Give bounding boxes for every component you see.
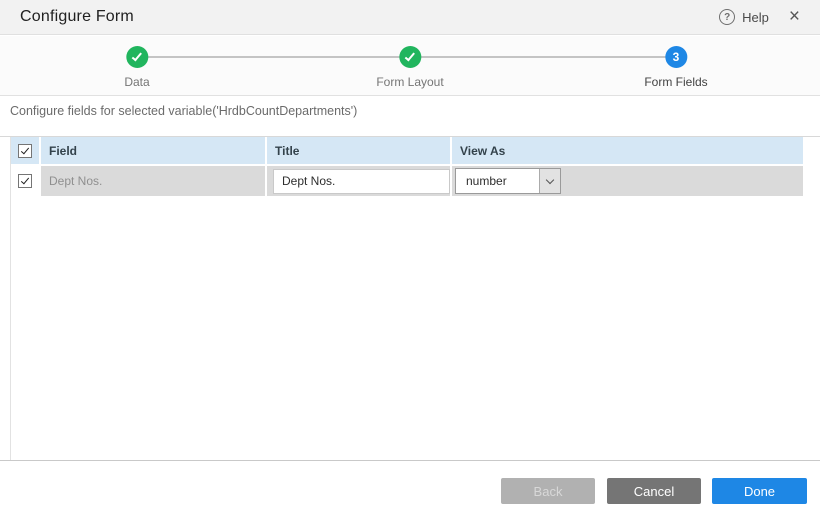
table-row: Dept Nos. number: [11, 166, 803, 196]
title-input[interactable]: [273, 169, 450, 194]
configure-form-dialog: Configure Form ? Help × Data Form Layout: [0, 0, 820, 518]
row-checkbox-cell: [11, 166, 41, 196]
field-name-cell: Dept Nos.: [41, 166, 267, 196]
fields-table: Field Title View As Dept Nos. number: [10, 137, 803, 460]
step-number: 3: [673, 50, 680, 64]
select-all-checkbox[interactable]: [18, 144, 32, 158]
help-icon: ?: [719, 9, 735, 25]
checkbox-check-icon: [21, 145, 29, 154]
help-icon-glyph: ?: [724, 12, 730, 23]
step-label-form-layout: Form Layout: [376, 75, 443, 89]
titlebar-actions: ? Help ×: [719, 9, 800, 25]
table-header-row: Field Title View As: [11, 137, 803, 164]
view-as-select[interactable]: number: [455, 168, 561, 194]
row-checkbox[interactable]: [18, 174, 32, 188]
close-icon[interactable]: ×: [783, 9, 800, 25]
step-complete-check-icon: [126, 46, 148, 68]
dialog-title: Configure Form: [20, 8, 134, 26]
select-selected-value: number: [456, 169, 539, 193]
wizard-stepper: Data Form Layout 3 Form Fields: [0, 36, 820, 96]
column-header-field: Field: [41, 137, 267, 164]
step-data[interactable]: Data: [124, 46, 149, 89]
column-header-title: Title: [267, 137, 452, 164]
header-checkbox-cell: [11, 137, 41, 164]
titlebar: Configure Form ? Help ×: [0, 0, 820, 35]
column-header-view-as: View As: [452, 137, 803, 164]
chevron-down-icon: [539, 169, 560, 193]
step-form-layout[interactable]: Form Layout: [376, 46, 443, 89]
check-icon: [132, 51, 142, 62]
back-button[interactable]: Back: [501, 478, 595, 504]
instruction-text: Configure fields for selected variable('…: [10, 104, 357, 118]
check-icon: [405, 51, 415, 62]
help-button[interactable]: ? Help: [719, 9, 769, 25]
table-container: Field Title View As Dept Nos. number: [0, 136, 820, 461]
cancel-button[interactable]: Cancel: [607, 478, 701, 504]
step-number-badge: 3: [665, 46, 687, 68]
step-label-form-fields: Form Fields: [644, 75, 707, 89]
step-label-data: Data: [124, 75, 149, 89]
done-button[interactable]: Done: [712, 478, 807, 504]
title-cell: [267, 166, 452, 196]
chevron-glyph: [546, 175, 554, 183]
step-complete-check-icon: [399, 46, 421, 68]
checkbox-check-icon: [21, 176, 29, 185]
step-form-fields[interactable]: 3 Form Fields: [644, 46, 707, 89]
help-label: Help: [742, 10, 769, 25]
view-as-cell: number: [452, 166, 803, 196]
